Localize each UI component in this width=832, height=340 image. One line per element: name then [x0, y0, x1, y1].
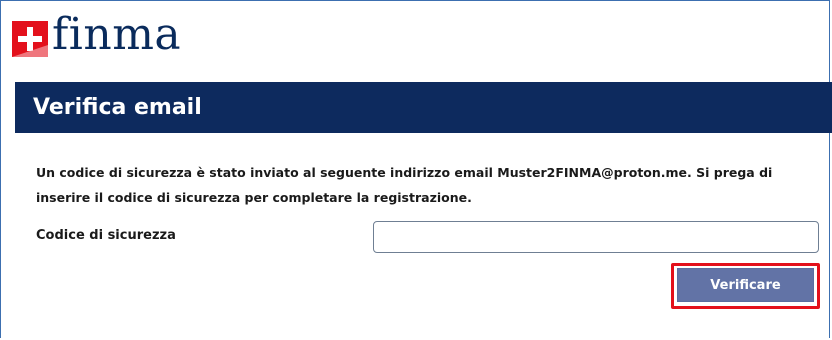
swiss-flag-icon	[12, 21, 48, 57]
logo-text: finma	[52, 9, 182, 60]
verify-button[interactable]: Verificare	[677, 268, 814, 302]
page-header: Verifica email	[15, 82, 832, 133]
page-title: Verifica email	[33, 95, 202, 120]
security-code-input[interactable]	[373, 221, 819, 253]
finma-logo[interactable]: finma	[12, 12, 181, 62]
security-code-label: Codice di sicurezza	[36, 228, 176, 243]
info-message: Un codice di sicurezza è stato inviato a…	[36, 165, 773, 205]
